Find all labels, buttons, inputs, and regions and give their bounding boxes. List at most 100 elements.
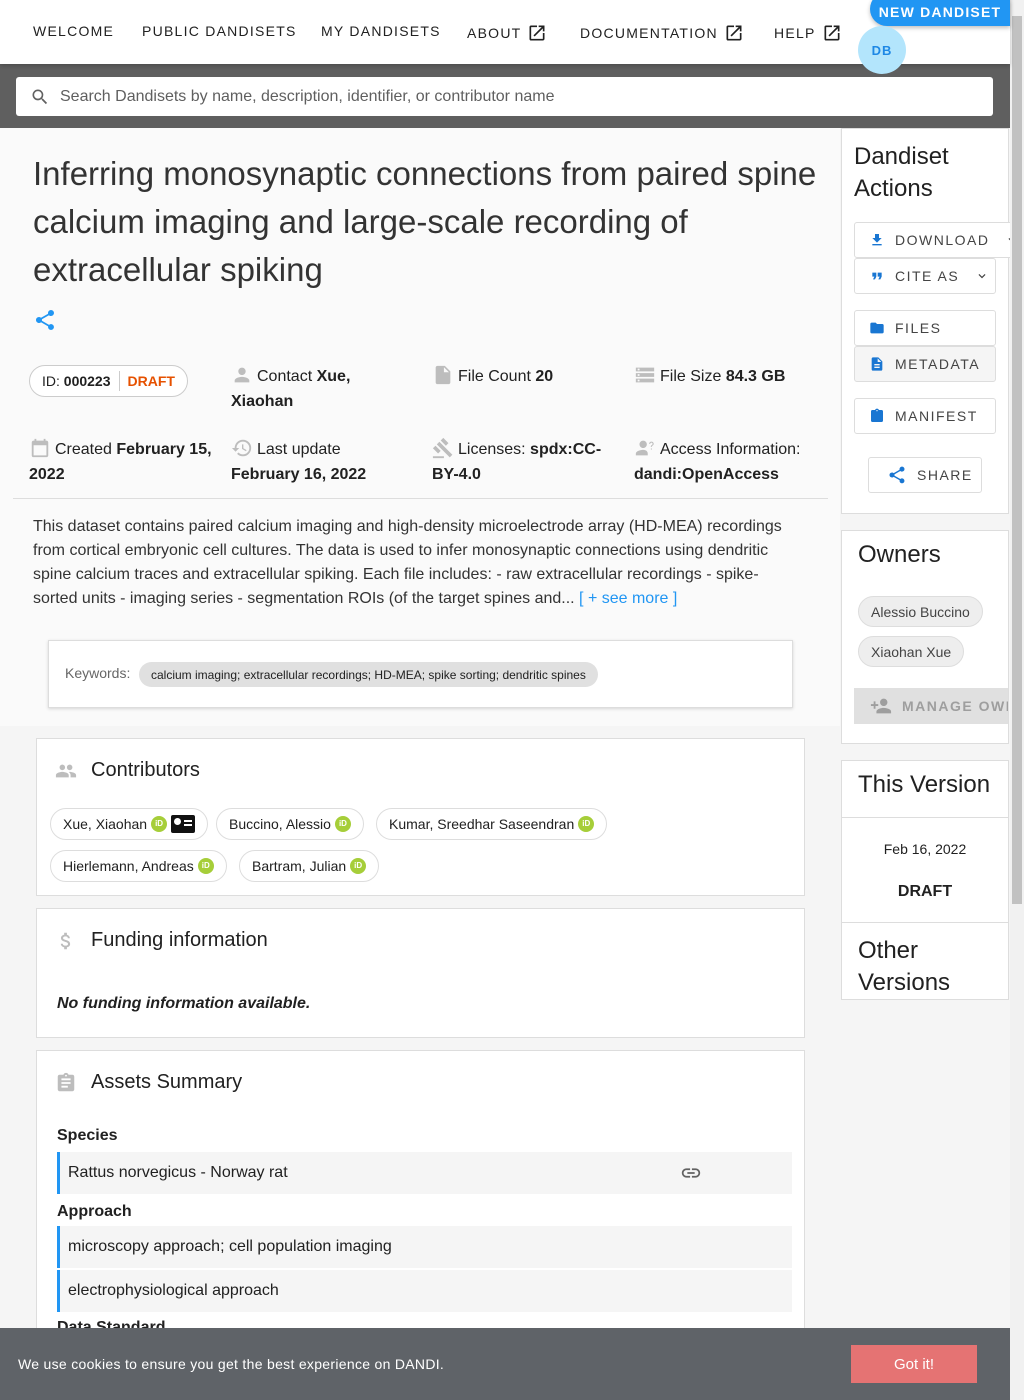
assets-heading: Assets Summary	[55, 1071, 242, 1094]
nav-public-dandisets[interactable]: PUBLIC DANDISETS	[142, 23, 297, 39]
orcid-icon[interactable]: iD	[151, 816, 168, 832]
orcid-icon[interactable]: iD	[578, 816, 595, 832]
manage-owners-button[interactable]: MANAGE OWNERS	[854, 688, 1008, 724]
contributor-chip[interactable]: Buccino, Alessio iD	[216, 808, 364, 840]
contact-value: Xue,	[316, 368, 351, 385]
top-nav: WELCOME PUBLIC DANDISETS MY DANDISETS AB…	[0, 0, 1010, 74]
versions-divider	[842, 922, 1008, 923]
access-info: Access Information: dandi:OpenAccess	[634, 437, 824, 487]
contributor-chip[interactable]: Xue, Xiaohan iD	[50, 808, 209, 840]
assets-summary-section: Assets Summary Species Rattus norvegicus…	[36, 1050, 805, 1340]
contributor-name: Buccino, Alessio	[229, 816, 331, 832]
version-status[interactable]: DRAFT	[842, 883, 1008, 901]
search-icon	[32, 89, 48, 104]
avatar-initials: DB	[871, 42, 893, 58]
files-button[interactable]: FILES	[854, 310, 996, 346]
licenses-value: spdx:CC-	[530, 441, 602, 458]
approach-value: electrophysiological approach	[68, 1282, 279, 1299]
contributors-title: Contributors	[91, 759, 200, 781]
download-button[interactable]: DOWNLOAD	[854, 222, 1016, 258]
id-value: 000223	[63, 373, 111, 389]
file-size-value: 84.3 GB	[725, 368, 786, 385]
history-icon	[231, 439, 252, 457]
last-update-info: Last update February 16, 2022	[231, 437, 426, 487]
dandiset-description: This dataset contains paired calcium ima…	[33, 515, 803, 611]
cookie-accept-button[interactable]: Got it!	[851, 1345, 977, 1383]
nav-about-label: ABOUT	[467, 25, 522, 41]
contributor-name: Kumar, Sreedhar Saseendran	[389, 816, 575, 832]
keywords-label: Keywords:	[65, 665, 131, 681]
this-version-title: This Version	[858, 771, 991, 798]
created-value-cont: 2022	[29, 466, 65, 483]
orcid-icon[interactable]: iD	[350, 858, 367, 874]
approach-row: microscopy approach; cell population ima…	[57, 1226, 792, 1268]
other-versions-line2: Versions	[858, 969, 951, 996]
clipboard-icon	[871, 408, 883, 422]
see-more-link[interactable]: [ + see more ]	[579, 590, 677, 607]
licenses-value-cont: BY-4.0	[432, 466, 481, 483]
contact-label: Contact	[257, 368, 313, 385]
gavel-icon	[432, 437, 453, 459]
contributor-chip[interactable]: Bartram, Julian iD	[239, 850, 380, 882]
last-update-label: Last update	[257, 441, 341, 458]
external-link-icon	[726, 25, 742, 41]
scrollbar-thumb[interactable]	[1012, 16, 1022, 904]
nav-help[interactable]: HELP	[774, 23, 842, 43]
nav-about[interactable]: ABOUT	[467, 23, 547, 43]
created-label: Created	[55, 441, 112, 458]
contributors-section: Contributors Xue, Xiaohan iD Buccino, Al…	[36, 738, 805, 896]
orcid-icon[interactable]: iD	[197, 858, 214, 874]
approach-value: microscopy approach; cell population ima…	[68, 1238, 392, 1255]
share-button[interactable]: SHARE	[868, 457, 982, 493]
download-icon	[872, 234, 882, 246]
created-value: February 15,	[116, 441, 212, 458]
assets-title: Assets Summary	[91, 1071, 243, 1093]
other-versions-line1: Other	[858, 937, 919, 964]
last-update-value: February 16, 2022	[231, 466, 367, 483]
search-input[interactable]	[60, 87, 960, 106]
nav-documentation[interactable]: DOCUMENTATION	[580, 23, 744, 43]
file-size-info: File Size 84.3 GB	[634, 364, 824, 389]
contact-info: Contact Xue, Xiaohan	[231, 364, 421, 414]
avatar[interactable]: DB	[858, 26, 906, 74]
contributor-name: Xue, Xiaohan	[63, 816, 148, 832]
metadata-button[interactable]: METADATA	[854, 346, 996, 382]
species-label: Species	[57, 1127, 118, 1144]
funding-title: Funding information	[91, 929, 268, 951]
nav-my-dandisets[interactable]: MY DANDISETS	[321, 23, 441, 39]
species-row: Rattus norvegicus - Norway rat	[57, 1152, 792, 1194]
new-dandiset-label: NEW DANDISET	[878, 4, 1002, 20]
manifest-button[interactable]: MANIFEST	[854, 398, 996, 434]
share-label: SHARE	[917, 467, 973, 483]
search-bar	[0, 64, 1010, 128]
actions-title: Dandiset Actions	[854, 141, 949, 205]
download-label: DOWNLOAD	[895, 232, 990, 248]
share-icon[interactable]	[33, 308, 57, 332]
overview-divider	[13, 498, 828, 499]
cite-as-button[interactable]: CITE AS	[854, 258, 996, 294]
new-dandiset-button[interactable]: NEW DANDISET	[870, 0, 1010, 26]
external-link-icon	[824, 25, 840, 41]
document-icon	[871, 357, 883, 371]
funding-section: Funding information No funding informati…	[36, 908, 805, 1038]
approach-row: electrophysiological approach	[57, 1270, 792, 1312]
file-icon	[435, 365, 451, 385]
files-label: FILES	[895, 320, 942, 336]
link-icon[interactable]	[680, 1162, 702, 1184]
contributors-heading: Contributors	[55, 759, 200, 782]
contact-card-icon	[171, 815, 196, 833]
contact-value-cont: Xiaohan	[231, 393, 294, 410]
version-date[interactable]: Feb 16, 2022	[842, 841, 1008, 857]
contributor-name: Hierlemann, Andreas	[63, 858, 194, 874]
nav-welcome[interactable]: WELCOME	[33, 23, 114, 39]
cookie-banner: We use cookies to ensure you get the bes…	[0, 1328, 1010, 1400]
orcid-icon[interactable]: iD	[334, 816, 351, 832]
species-value: Rattus norvegicus - Norway rat	[68, 1164, 288, 1181]
external-link-icon	[529, 25, 545, 41]
dollar-icon	[60, 932, 71, 949]
id-chip-divider	[118, 371, 120, 391]
contributor-chip[interactable]: Hierlemann, Andreas iD	[50, 850, 227, 882]
owner-chip: Xiaohan Xue	[858, 636, 965, 667]
contributor-chip[interactable]: Kumar, Sreedhar Saseendran iD	[376, 808, 608, 840]
created-info: Created February 15, 2022	[29, 437, 224, 487]
